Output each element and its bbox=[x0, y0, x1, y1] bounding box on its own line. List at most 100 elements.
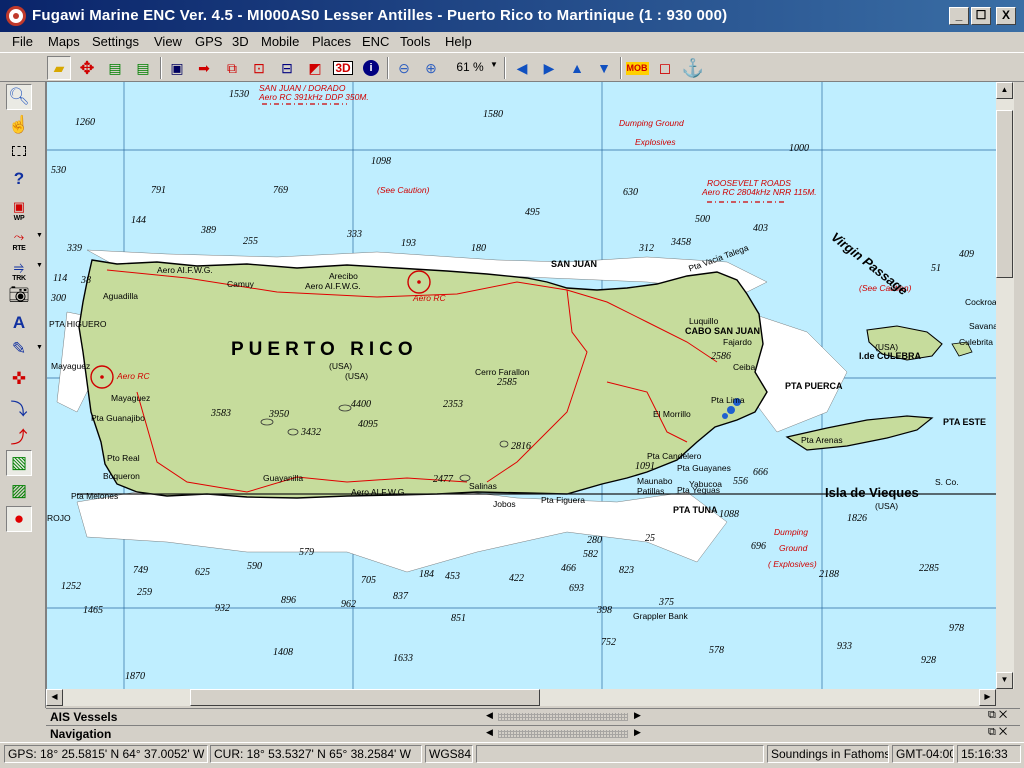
place-label: Pta Guanajibo bbox=[91, 413, 145, 423]
window-red-icon[interactable]: ⧉ bbox=[220, 56, 244, 80]
menu-help[interactable]: Help bbox=[445, 34, 472, 49]
chevron-down-icon[interactable]: ▼ bbox=[490, 60, 498, 69]
app-logo-icon[interactable] bbox=[6, 6, 26, 26]
pan-right-icon[interactable]: ▶ bbox=[537, 56, 561, 80]
depth-sounding: 300 bbox=[51, 293, 66, 304]
menu-view[interactable]: View bbox=[154, 34, 182, 49]
depth-sounding: 696 bbox=[751, 541, 766, 552]
pan-move-icon[interactable]: ✥ bbox=[75, 56, 99, 80]
pan-up-icon[interactable]: ▲ bbox=[565, 56, 589, 80]
panel-grip[interactable] bbox=[498, 713, 628, 721]
depth-sounding: 3432 bbox=[301, 427, 321, 438]
zoom-tool-icon[interactable]: 🔍︎ bbox=[6, 84, 32, 110]
depth-sounding: 791 bbox=[151, 185, 166, 196]
screen-icon[interactable]: ▣ bbox=[165, 56, 189, 80]
camera-icon[interactable]: 📷︎ bbox=[6, 282, 32, 308]
chart-window-icon[interactable]: ◩ bbox=[303, 56, 327, 80]
depth-sounding: 144 bbox=[131, 215, 146, 226]
culebra-label: I.de CULEBRA bbox=[859, 351, 922, 361]
depth-sounding: 1260 bbox=[75, 117, 95, 128]
scroll-down-icon[interactable]: ▼ bbox=[996, 672, 1013, 689]
depth-sounding: 312 bbox=[639, 243, 654, 254]
hand-tool-icon[interactable]: ☝ bbox=[6, 112, 32, 138]
place-label: Luquillo bbox=[689, 316, 719, 326]
waypoint-tool-label: WP bbox=[13, 215, 25, 222]
layers-down-icon[interactable]: ▤ bbox=[131, 56, 155, 80]
menu-file[interactable]: File bbox=[12, 34, 33, 49]
depth-sounding: 1088 bbox=[719, 509, 739, 520]
text-tool-icon[interactable]: A bbox=[6, 310, 32, 336]
info-icon[interactable]: i bbox=[359, 56, 383, 80]
chevron-down-icon[interactable]: ▼ bbox=[36, 262, 43, 269]
depth-sounding: 2586 bbox=[711, 351, 731, 362]
panel-grip[interactable] bbox=[498, 730, 628, 738]
layers-up-icon[interactable]: ▤ bbox=[103, 56, 127, 80]
route-split-icon[interactable]: ⤴ bbox=[6, 422, 32, 448]
route-window-icon[interactable]: ⊡ bbox=[247, 56, 271, 80]
chevron-left-icon[interactable]: ◀ bbox=[486, 710, 493, 721]
depth-sounding: 403 bbox=[753, 223, 768, 234]
ais-vessels-panel[interactable]: AIS Vessels ◀ ▶ ⧉ ✕ bbox=[46, 708, 1020, 724]
query-tool-icon[interactable]: ? bbox=[6, 166, 32, 192]
place-label: Boqueron bbox=[103, 471, 140, 481]
open-folder-icon[interactable]: ▰ bbox=[47, 56, 71, 80]
scroll-up-icon[interactable]: ▲ bbox=[996, 82, 1013, 99]
zoom-level-select[interactable]: 61 % bbox=[448, 60, 492, 74]
zoom-in-icon[interactable]: ⊕ bbox=[419, 56, 443, 80]
chevron-right-icon[interactable]: ▶ bbox=[634, 727, 641, 738]
pan-down-icon[interactable]: ▼ bbox=[592, 56, 616, 80]
pan-left-icon[interactable]: ◀ bbox=[510, 56, 534, 80]
menu-settings[interactable]: Settings bbox=[92, 34, 139, 49]
chevron-down-icon[interactable]: ▼ bbox=[36, 232, 43, 239]
menu-gps[interactable]: GPS bbox=[195, 34, 222, 49]
vertical-scrollbar[interactable]: ▲ ▼ bbox=[996, 82, 1014, 689]
depth-sounding: 837 bbox=[393, 591, 408, 602]
anchor-alarm-icon[interactable]: ◻ bbox=[653, 56, 677, 80]
panel-controls[interactable]: ⧉ ✕ bbox=[988, 709, 1007, 722]
close-button[interactable]: X bbox=[996, 7, 1016, 25]
menu-places[interactable]: Places bbox=[312, 34, 351, 49]
route-edit-icon[interactable]: ⤵ bbox=[6, 394, 32, 420]
minimize-button[interactable]: _ bbox=[949, 7, 969, 25]
pencil-icon[interactable]: ✎ bbox=[6, 336, 32, 362]
menu-3d[interactable]: 3D bbox=[232, 34, 249, 49]
place-label: Jobos bbox=[493, 499, 516, 509]
map-label: Aero RC bbox=[413, 293, 446, 303]
waypoint-tool-icon[interactable]: ▣ WP bbox=[6, 194, 32, 222]
navigation-panel[interactable]: Navigation ◀ ▶ ⧉ ✕ bbox=[46, 725, 1020, 741]
goto-arrow-icon[interactable]: ➡ bbox=[192, 56, 216, 80]
depth-sounding: 4400 bbox=[351, 399, 371, 410]
scroll-left-icon[interactable]: ◀ bbox=[46, 689, 63, 706]
depth-sounding: 693 bbox=[569, 583, 584, 594]
3d-view-button[interactable]: 3D bbox=[331, 56, 355, 80]
menu-maps[interactable]: Maps bbox=[48, 34, 80, 49]
zoom-out-icon[interactable]: ⊖ bbox=[392, 56, 416, 80]
vertical-scroll-thumb[interactable] bbox=[996, 110, 1013, 278]
horizontal-scrollbar[interactable]: ◀ ▶ bbox=[46, 689, 996, 706]
chevron-right-icon[interactable]: ▶ bbox=[634, 710, 641, 721]
place-label: Mayaguez bbox=[111, 393, 151, 403]
track-tool-icon[interactable]: ⥤ TRK bbox=[6, 254, 32, 282]
layer-tool-icon[interactable]: ▧ bbox=[6, 450, 32, 476]
chart-map-view[interactable]: SAN JUAN / DORADO Aero RC 391kHz DDP 350… bbox=[46, 82, 996, 689]
menu-mobile[interactable]: Mobile bbox=[261, 34, 299, 49]
menu-tools[interactable]: Tools bbox=[400, 34, 430, 49]
route-tool-icon[interactable]: ⤳ RTE bbox=[6, 224, 32, 252]
anchor-icon[interactable]: ⚓ bbox=[681, 56, 705, 80]
depth-sounding: 749 bbox=[133, 565, 148, 576]
menu-enc[interactable]: ENC bbox=[362, 34, 389, 49]
layer-edit-icon[interactable]: ▨ bbox=[6, 478, 32, 504]
depth-sounding: 25 bbox=[645, 533, 655, 544]
horizontal-scroll-thumb[interactable] bbox=[190, 689, 540, 706]
depth-sounding: 280 bbox=[587, 535, 602, 546]
panel-controls[interactable]: ⧉ ✕ bbox=[988, 726, 1007, 739]
chevron-left-icon[interactable]: ◀ bbox=[486, 727, 493, 738]
track-window-icon[interactable]: ⊟ bbox=[275, 56, 299, 80]
scroll-right-icon[interactable]: ▶ bbox=[979, 689, 996, 706]
maximize-button[interactable]: ☐ bbox=[971, 7, 991, 25]
select-rectangle-icon[interactable] bbox=[6, 138, 32, 164]
move-waypoint-icon[interactable]: ✜ bbox=[6, 366, 32, 392]
man-overboard-button[interactable]: MOB bbox=[625, 56, 649, 80]
chevron-down-icon[interactable]: ▼ bbox=[36, 344, 43, 351]
position-marker-icon[interactable]: ● bbox=[6, 506, 32, 532]
